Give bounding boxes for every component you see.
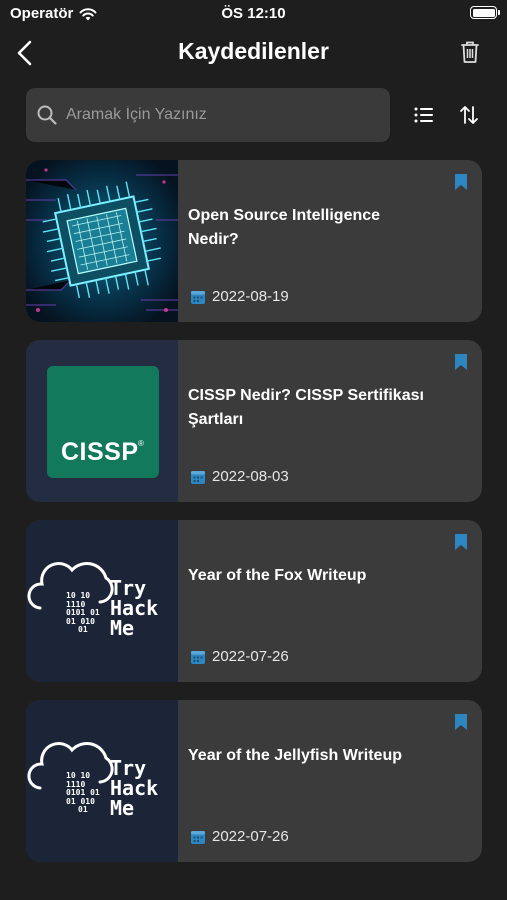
bookmark-icon <box>455 534 467 550</box>
date-text: 2022-08-03 <box>212 468 289 485</box>
bookmark-icon <box>455 174 467 190</box>
article-thumbnail-cissp-logo: CISSP ® <box>26 340 178 502</box>
article-title: Year of the Fox Writeup <box>188 567 367 584</box>
thm-binary: 10 10 1110 0101 01 01 010 01 <box>66 591 100 634</box>
article-date: 2022-08-03 <box>190 468 289 485</box>
bookmark-button[interactable] <box>455 354 467 370</box>
article-thumbnail-tryhackme-logo: 10 10 1110 0101 01 01 010 01 Try Hack Me <box>26 520 178 682</box>
search-input[interactable] <box>66 106 390 124</box>
article-thumbnail-tryhackme-logo: 10 10 1110 0101 01 01 010 01 Try Hack Me <box>26 700 178 862</box>
registered-mark: ® <box>138 439 144 448</box>
article-title: CISSP Nedir? CISSP Sertifikası Şartları <box>188 387 424 428</box>
bookmark-icon <box>455 714 467 730</box>
sort-button[interactable] <box>458 104 480 126</box>
calendar-icon <box>191 290 205 304</box>
search-icon <box>37 105 57 125</box>
article-title: Open Source Intelligence Nedir? <box>188 207 381 248</box>
bookmark-button[interactable] <box>455 174 467 190</box>
thm-binary: 10 10 1110 0101 01 01 010 01 <box>66 771 100 814</box>
thm-brand: Try Hack Me <box>110 576 159 640</box>
delete-all-button[interactable] <box>459 39 481 65</box>
page-title: Kaydedilenler <box>178 38 329 64</box>
battery-icon <box>470 6 500 19</box>
bookmark-button[interactable] <box>455 714 467 730</box>
nav-bar: Kaydedilenler <box>0 30 507 76</box>
list-icon <box>414 107 433 123</box>
date-text: 2022-07-26 <box>212 828 289 845</box>
article-date: 2022-07-26 <box>190 828 289 845</box>
list-view-button[interactable] <box>413 104 435 126</box>
article-date: 2022-08-19 <box>190 288 289 305</box>
date-text: 2022-08-19 <box>212 288 289 305</box>
status-bar: Operatör ÖS 12:10 <box>0 0 507 28</box>
article-card[interactable]: Open Source Intelligence Nedir? 2022-08-… <box>26 160 482 322</box>
thm-brand: Try Hack Me <box>110 756 159 820</box>
cissp-logo-text: CISSP <box>61 438 139 466</box>
sort-arrows-icon <box>460 106 478 124</box>
date-text: 2022-07-26 <box>212 648 289 665</box>
calendar-icon <box>191 470 205 484</box>
article-card[interactable]: 10 10 1110 0101 01 01 010 01 Try Hack Me… <box>26 520 482 682</box>
trash-icon <box>461 41 479 63</box>
bookmark-icon <box>455 354 467 370</box>
calendar-icon <box>191 650 205 664</box>
article-card[interactable]: CISSP ® CISSP Nedir? CISSP Sertifikası Ş… <box>26 340 482 502</box>
article-thumbnail-circuit-chip <box>26 160 178 322</box>
status-time: ÖS 12:10 <box>221 5 286 22</box>
article-title: Year of the Jellyfish Writeup <box>188 747 402 764</box>
status-right <box>470 6 500 19</box>
article-card[interactable]: 10 10 1110 0101 01 01 010 01 Try Hack Me… <box>26 700 482 862</box>
cissp-logo: CISSP ® <box>47 366 159 478</box>
calendar-icon <box>191 830 205 844</box>
search-bar[interactable] <box>26 88 390 142</box>
article-date: 2022-07-26 <box>190 648 289 665</box>
bookmark-button[interactable] <box>455 534 467 550</box>
